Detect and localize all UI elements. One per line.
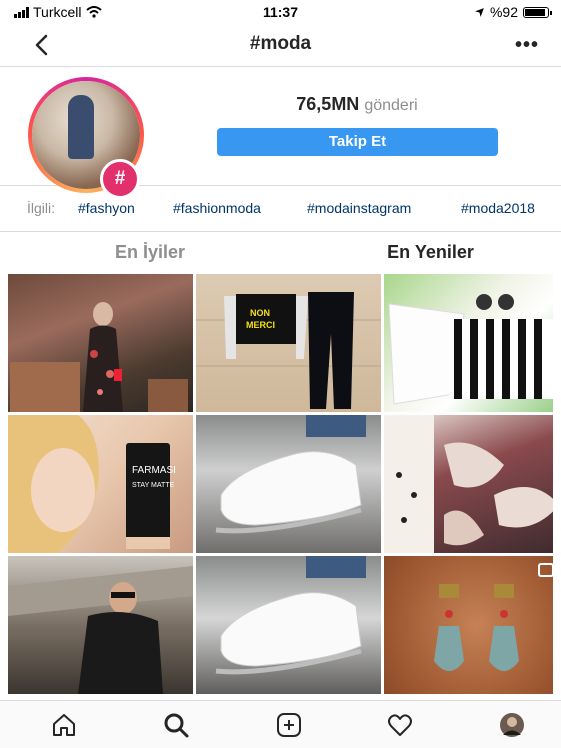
- related-tag[interactable]: #modainstagram: [307, 200, 411, 216]
- battery-percent: %92: [489, 4, 518, 20]
- home-icon[interactable]: [50, 711, 78, 739]
- grid-post[interactable]: [8, 556, 193, 694]
- post-image: [388, 294, 553, 405]
- post-image: FARMASI STAY MATTE: [8, 415, 176, 553]
- related-tag[interactable]: #fashyon: [78, 200, 135, 216]
- related-label: İlgili:: [27, 200, 56, 216]
- grid-post[interactable]: [384, 274, 553, 412]
- product-brand-text: FARMASI: [132, 465, 176, 476]
- post-grid: NON MERCI FARMASI STAY MATTE: [8, 274, 553, 700]
- tab-recent-posts[interactable]: En Yeniler: [300, 242, 561, 263]
- status-bar: Turkcell 11:37 %92: [0, 0, 561, 24]
- related-tag[interactable]: #moda2018: [461, 200, 535, 216]
- page-title: #moda: [249, 33, 312, 54]
- post-image: [8, 566, 193, 694]
- grid-post[interactable]: [384, 556, 553, 694]
- add-post-icon[interactable]: [275, 711, 303, 739]
- svg-text:NON: NON: [250, 308, 270, 318]
- profile-avatar-icon[interactable]: [498, 711, 526, 739]
- location-arrow-icon: [475, 7, 484, 17]
- post-image: [215, 415, 366, 534]
- bottom-tab-bar: [0, 700, 561, 748]
- post-image: [10, 302, 188, 412]
- grid-post[interactable]: [8, 274, 193, 412]
- tab-top-posts[interactable]: En İyiler: [0, 242, 300, 263]
- heart-icon[interactable]: [386, 711, 414, 739]
- product-name-text: STAY MATTE: [132, 482, 175, 489]
- battery-icon: [523, 6, 552, 18]
- follow-button[interactable]: Takip Et: [217, 128, 498, 156]
- grid-post[interactable]: FARMASI STAY MATTE: [8, 415, 193, 553]
- nav-bar: #moda •••: [0, 24, 561, 67]
- grid-post[interactable]: NON MERCI: [196, 274, 381, 412]
- post-image: [384, 415, 553, 553]
- post-count-label: gönderi: [364, 97, 418, 114]
- svg-text:MERCI: MERCI: [246, 320, 275, 330]
- search-icon[interactable]: [162, 711, 190, 739]
- hashtag-avatar[interactable]: #: [28, 77, 144, 199]
- post-image: [215, 556, 366, 675]
- ellipsis-icon[interactable]: •••: [515, 34, 539, 57]
- hashtag-header: # 76,5MN gönderi Takip Et: [0, 67, 561, 199]
- grid-post[interactable]: [384, 415, 553, 553]
- related-tag[interactable]: #fashionmoda: [173, 200, 261, 216]
- grid-post[interactable]: [196, 556, 381, 694]
- related-tags-bar: İlgili: #fashyon #fashionmoda #modainsta…: [0, 186, 561, 232]
- post-count: 76,5MN gönderi: [215, 94, 499, 115]
- post-image: [434, 563, 553, 671]
- feed-tabs: En İyiler En Yeniler: [0, 232, 561, 274]
- grid-post[interactable]: [196, 415, 381, 553]
- post-image: NON MERCI: [196, 292, 381, 409]
- post-count-value: 76,5MN: [296, 94, 360, 114]
